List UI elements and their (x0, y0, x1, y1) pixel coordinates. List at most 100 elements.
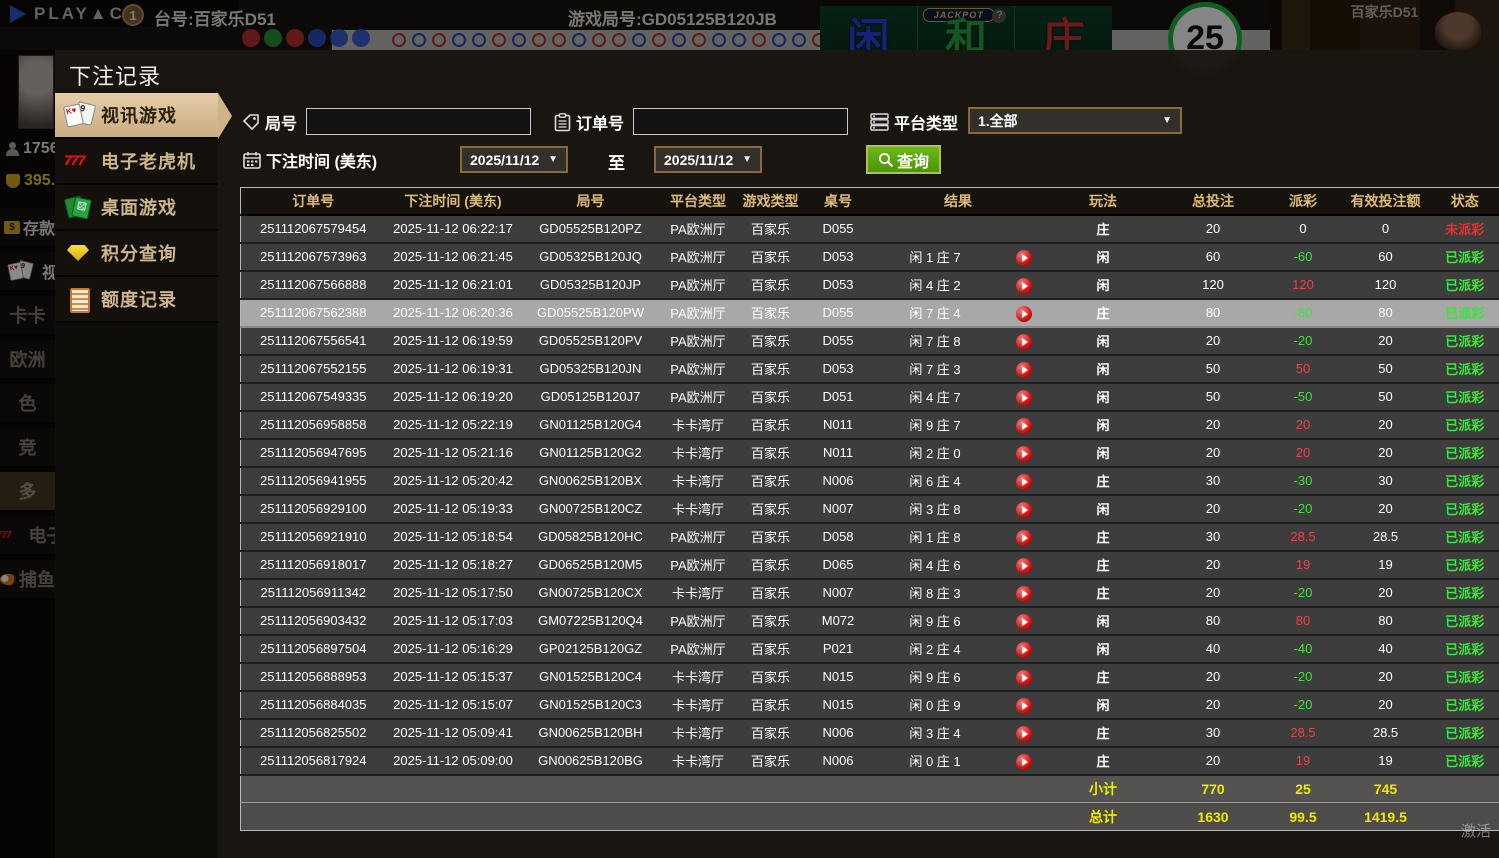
table-no-cell: D055 (805, 298, 871, 328)
play-video-button[interactable] (1015, 305, 1032, 322)
result-cell: 闲 3 庄 8 (870, 494, 1046, 524)
grand-total-row: 总计 1630 99.5 1419.5 (240, 802, 1499, 831)
time-cell: 2025-11-12 05:09:41 (385, 718, 521, 748)
time-cell: 2025-11-12 05:15:07 (385, 690, 521, 720)
table-row[interactable]: 251112067549335 2025-11-12 06:19:20 GD0512… (240, 382, 1499, 412)
table-row[interactable]: 251112056921910 2025-11-12 05:18:54 GD0582… (240, 522, 1499, 552)
payout-cell: -30 (1265, 466, 1341, 496)
total-bet-cell: 20 (1160, 326, 1266, 356)
play-video-button[interactable] (1015, 585, 1032, 602)
play-video-button[interactable] (1015, 389, 1032, 406)
table-row[interactable]: 251112067556541 2025-11-12 06:19:59 GD0552… (240, 326, 1499, 356)
platform-cell: PA欧洲厅 (660, 382, 736, 412)
play-video-button[interactable] (1015, 753, 1032, 770)
valid-bet-cell: 20 (1340, 438, 1431, 468)
clipboard-icon (554, 112, 571, 131)
result-cell: 闲 4 庄 2 (870, 270, 1046, 300)
menu-item-quota-records[interactable]: 额度记录 (55, 277, 218, 323)
valid-bet-cell: 60 (1340, 242, 1431, 272)
result-cell: 闲 0 庄 1 (870, 746, 1046, 776)
result-text: 闲 3 庄 8 (909, 502, 961, 517)
play-video-button[interactable] (1015, 473, 1032, 490)
play-type-cell: 庄 (1045, 718, 1161, 748)
valid-bet-cell: 20 (1340, 326, 1431, 356)
query-button[interactable]: 查询 (866, 145, 942, 174)
game-type-cell: 百家乐 (735, 578, 806, 608)
date-from-value: 2025/11/12 (470, 151, 540, 168)
status-cell: 已派彩 (1430, 522, 1499, 552)
table-row[interactable]: 251112056929100 2025-11-12 05:19:33 GN0072… (240, 494, 1499, 524)
menu-item-points-query[interactable]: 积分查询 (55, 231, 218, 277)
totals-total-bet: 1630 (1160, 802, 1266, 831)
time-cell: 2025-11-12 05:21:16 (385, 438, 521, 468)
game-type-cell: 百家乐 (735, 494, 806, 524)
total-bet-cell: 50 (1160, 382, 1266, 412)
result-text: 闲 7 庄 3 (909, 362, 961, 377)
play-video-button[interactable] (1015, 333, 1032, 350)
table-row[interactable]: 251112056958858 2025-11-12 05:22:19 GN0112… (240, 410, 1499, 440)
date-from-select[interactable]: 2025/11/12 ▼ (460, 146, 568, 173)
time-cell: 2025-11-12 05:09:00 (385, 746, 521, 776)
play-video-button[interactable] (1015, 529, 1032, 546)
play-video-button[interactable] (1015, 669, 1032, 686)
totals-payout: 25 (1265, 774, 1341, 803)
column-header: 下注时间 (美东) (385, 187, 521, 216)
table-row[interactable]: 251112056911342 2025-11-12 05:17:50 GN0072… (240, 578, 1499, 608)
table-row[interactable]: 251112056947695 2025-11-12 05:21:16 GN0112… (240, 438, 1499, 468)
play-video-button[interactable] (1015, 557, 1032, 574)
play-video-button[interactable] (1015, 725, 1032, 742)
play-video-button[interactable] (1015, 641, 1032, 658)
date-to-select[interactable]: 2025/11/12 ▼ (654, 146, 762, 173)
menu-item-video-games[interactable]: 视讯游戏 (55, 93, 232, 139)
play-type-cell: 庄 (1045, 746, 1161, 776)
table-row[interactable]: 251112056897504 2025-11-12 05:16:29 GP0212… (240, 634, 1499, 664)
result-text: 闲 8 庄 3 (909, 586, 961, 601)
table-row[interactable]: 251112067562388 2025-11-12 06:20:36 GD0552… (240, 298, 1499, 328)
table-row[interactable]: 251112056918017 2025-11-12 05:18:27 GD0652… (240, 550, 1499, 580)
platform-cell: 卡卡湾厅 (660, 494, 736, 524)
platform-type-select[interactable]: 1.全部 ▼ (968, 107, 1182, 134)
round-cell: GP02125B120GZ (520, 634, 661, 664)
time-cell: 2025-11-12 05:18:27 (385, 550, 521, 580)
play-video-button[interactable] (1015, 361, 1032, 378)
play-type-cell: 庄 (1045, 578, 1161, 608)
table-row[interactable]: 251112056825502 2025-11-12 05:09:41 GN0062… (240, 718, 1499, 748)
result-text: 闲 0 庄 9 (909, 698, 961, 713)
game-type-cell: 百家乐 (735, 662, 806, 692)
table-row[interactable]: 251112056884035 2025-11-12 05:15:07 GN0152… (240, 690, 1499, 720)
play-video-button[interactable] (1015, 417, 1032, 434)
tag-icon (242, 114, 259, 131)
game-type-cell: 百家乐 (735, 690, 806, 720)
order-number-input[interactable] (633, 108, 848, 135)
play-video-button[interactable] (1015, 249, 1032, 266)
play-video-button[interactable] (1015, 445, 1032, 462)
table-row[interactable]: 251112067579454 2025-11-12 06:22:17 GD0552… (240, 214, 1499, 244)
play-video-button[interactable] (1015, 697, 1032, 714)
total-bet-cell: 120 (1160, 270, 1266, 300)
platform-cell: PA欧洲厅 (660, 242, 736, 272)
platform-cell: 卡卡湾厅 (660, 690, 736, 720)
status-cell: 已派彩 (1430, 354, 1499, 384)
play-video-button[interactable] (1015, 501, 1032, 518)
time-cell: 2025-11-12 06:19:31 (385, 354, 521, 384)
table-row[interactable]: 251112067552155 2025-11-12 06:19:31 GD0532… (240, 354, 1499, 384)
table-row[interactable]: 251112056903432 2025-11-12 05:17:03 GM0722… (240, 606, 1499, 636)
table-row[interactable]: 251112056941955 2025-11-12 05:20:42 GN0062… (240, 466, 1499, 496)
order-filter-label: 订单号 (554, 110, 624, 134)
table-no-cell: D065 (805, 550, 871, 580)
table-row[interactable]: 251112067566888 2025-11-12 06:21:01 GD0532… (240, 270, 1499, 300)
order-cell: 251112056884035 (240, 690, 386, 720)
menu-item-table-games[interactable]: 桌面游戏 (55, 185, 218, 231)
bet-records-table: 订单号 下注时间 (美东) 局号 平台类型 游戏类型 桌号 结果 玩法 总投注 派彩 有效投注额 状态… (240, 187, 1499, 831)
play-video-button[interactable] (1015, 277, 1032, 294)
play-video-button[interactable] (1015, 613, 1032, 630)
total-bet-cell: 20 (1160, 746, 1266, 776)
round-number-input[interactable] (306, 108, 531, 135)
table-row[interactable]: 251112056817924 2025-11-12 05:09:00 GN0062… (240, 746, 1499, 776)
table-row[interactable]: 251112067573963 2025-11-12 06:21:45 GD0532… (240, 242, 1499, 272)
menu-item-slots[interactable]: 电子老虎机 (55, 139, 218, 185)
table-row[interactable]: 251112056888953 2025-11-12 05:15:37 GN0152… (240, 662, 1499, 692)
payout-cell: 19 (1265, 550, 1341, 580)
document-icon (63, 286, 95, 313)
platform-cell: PA欧洲厅 (660, 634, 736, 664)
